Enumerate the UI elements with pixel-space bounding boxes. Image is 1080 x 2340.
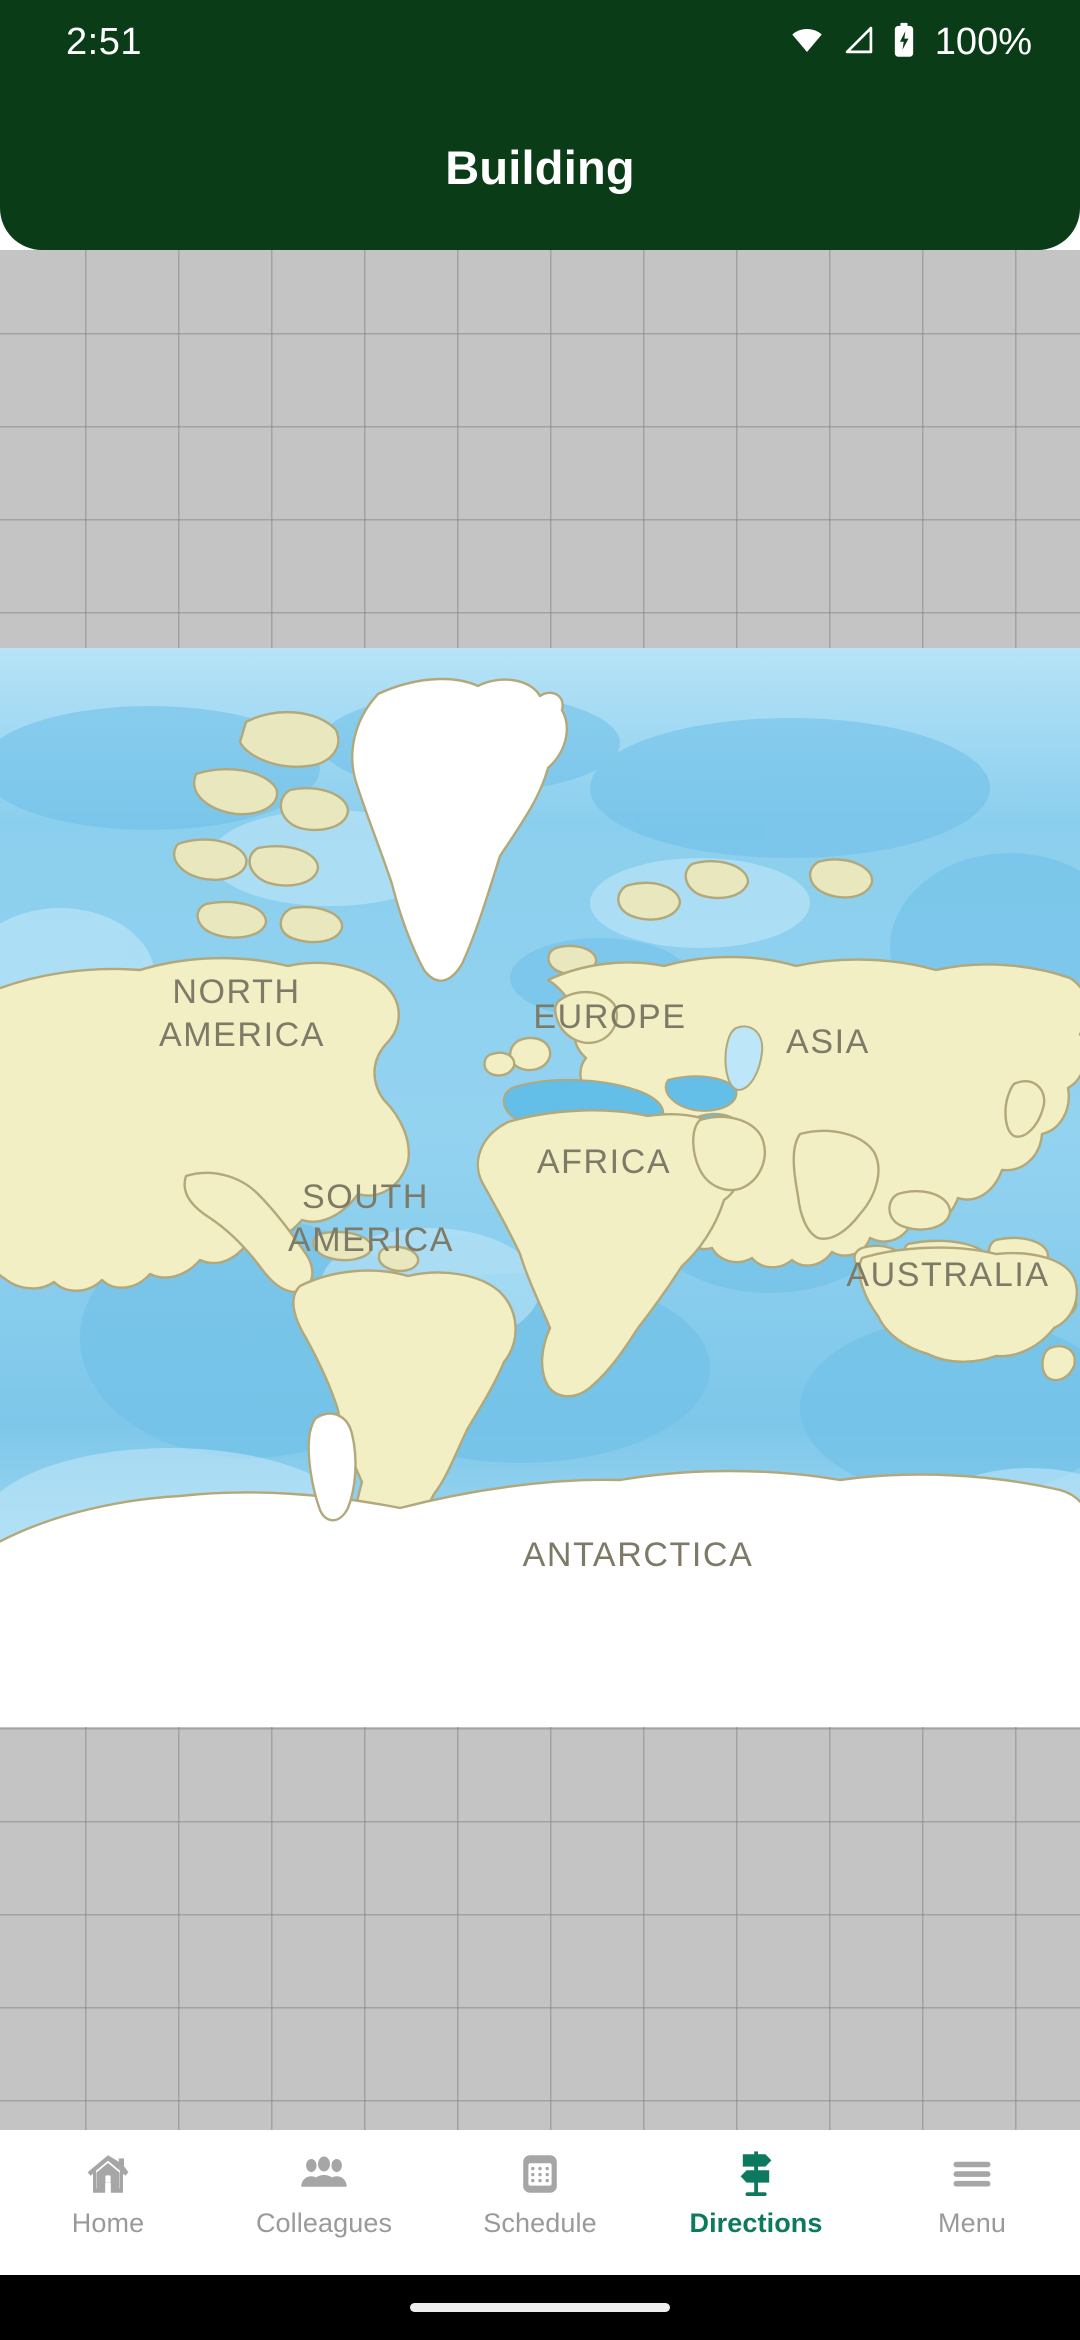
status-icon-group: 100% xyxy=(787,22,1032,63)
phone-screen: 2:51 100% Building NORTH AMERICA EUROPE … xyxy=(0,0,1080,2340)
nav-item-directions[interactable]: Directions xyxy=(648,2130,864,2275)
battery-charging-icon xyxy=(891,22,917,63)
map-label-africa: AFRICA xyxy=(537,1143,671,1181)
nav-item-schedule[interactable]: Schedule xyxy=(432,2130,648,2275)
map-label-australia: AUSTRALIA xyxy=(846,1256,1049,1294)
status-bar: 2:51 100% xyxy=(0,0,1080,84)
people-icon xyxy=(299,2148,349,2200)
map-label-europe: EUROPE xyxy=(533,998,686,1036)
bottom-navigation-bar: Home Colleagues Schedule Directions Menu xyxy=(0,2130,1080,2275)
battery-percent-label: 100% xyxy=(934,21,1032,63)
hamburger-icon xyxy=(947,2148,997,2200)
nav-label-home: Home xyxy=(71,2208,145,2238)
page-title: Building xyxy=(445,140,635,194)
nav-item-home[interactable]: Home xyxy=(0,2130,216,2275)
nav-label-directions: Directions xyxy=(689,2208,823,2238)
nav-item-menu[interactable]: Menu xyxy=(864,2130,1080,2275)
nav-label-menu: Menu xyxy=(938,2208,1006,2238)
status-clock: 2:51 xyxy=(66,21,142,63)
nav-item-colleagues[interactable]: Colleagues xyxy=(216,2130,432,2275)
home-icon xyxy=(84,2148,132,2200)
map-label-asia: ASIA xyxy=(786,1023,870,1061)
app-header: 2:51 100% Building xyxy=(0,0,1080,250)
signpost-icon xyxy=(734,2148,778,2200)
map-label-antarctica: ANTARCTICA xyxy=(523,1536,754,1574)
wifi-icon xyxy=(787,23,827,62)
world-map-image[interactable]: NORTH AMERICA EUROPE ASIA AFRICA SOUTH A… xyxy=(0,648,1080,1727)
nav-label-schedule: Schedule xyxy=(483,2208,597,2238)
app-bar: Building xyxy=(0,84,1080,250)
nav-label-colleagues: Colleagues xyxy=(255,2208,393,2238)
system-gesture-bar xyxy=(0,2275,1080,2340)
calendar-icon xyxy=(517,2148,563,2200)
cellular-signal-icon xyxy=(841,23,877,62)
map-canvas[interactable]: NORTH AMERICA EUROPE ASIA AFRICA SOUTH A… xyxy=(0,250,1080,2130)
home-indicator[interactable] xyxy=(410,2303,670,2312)
